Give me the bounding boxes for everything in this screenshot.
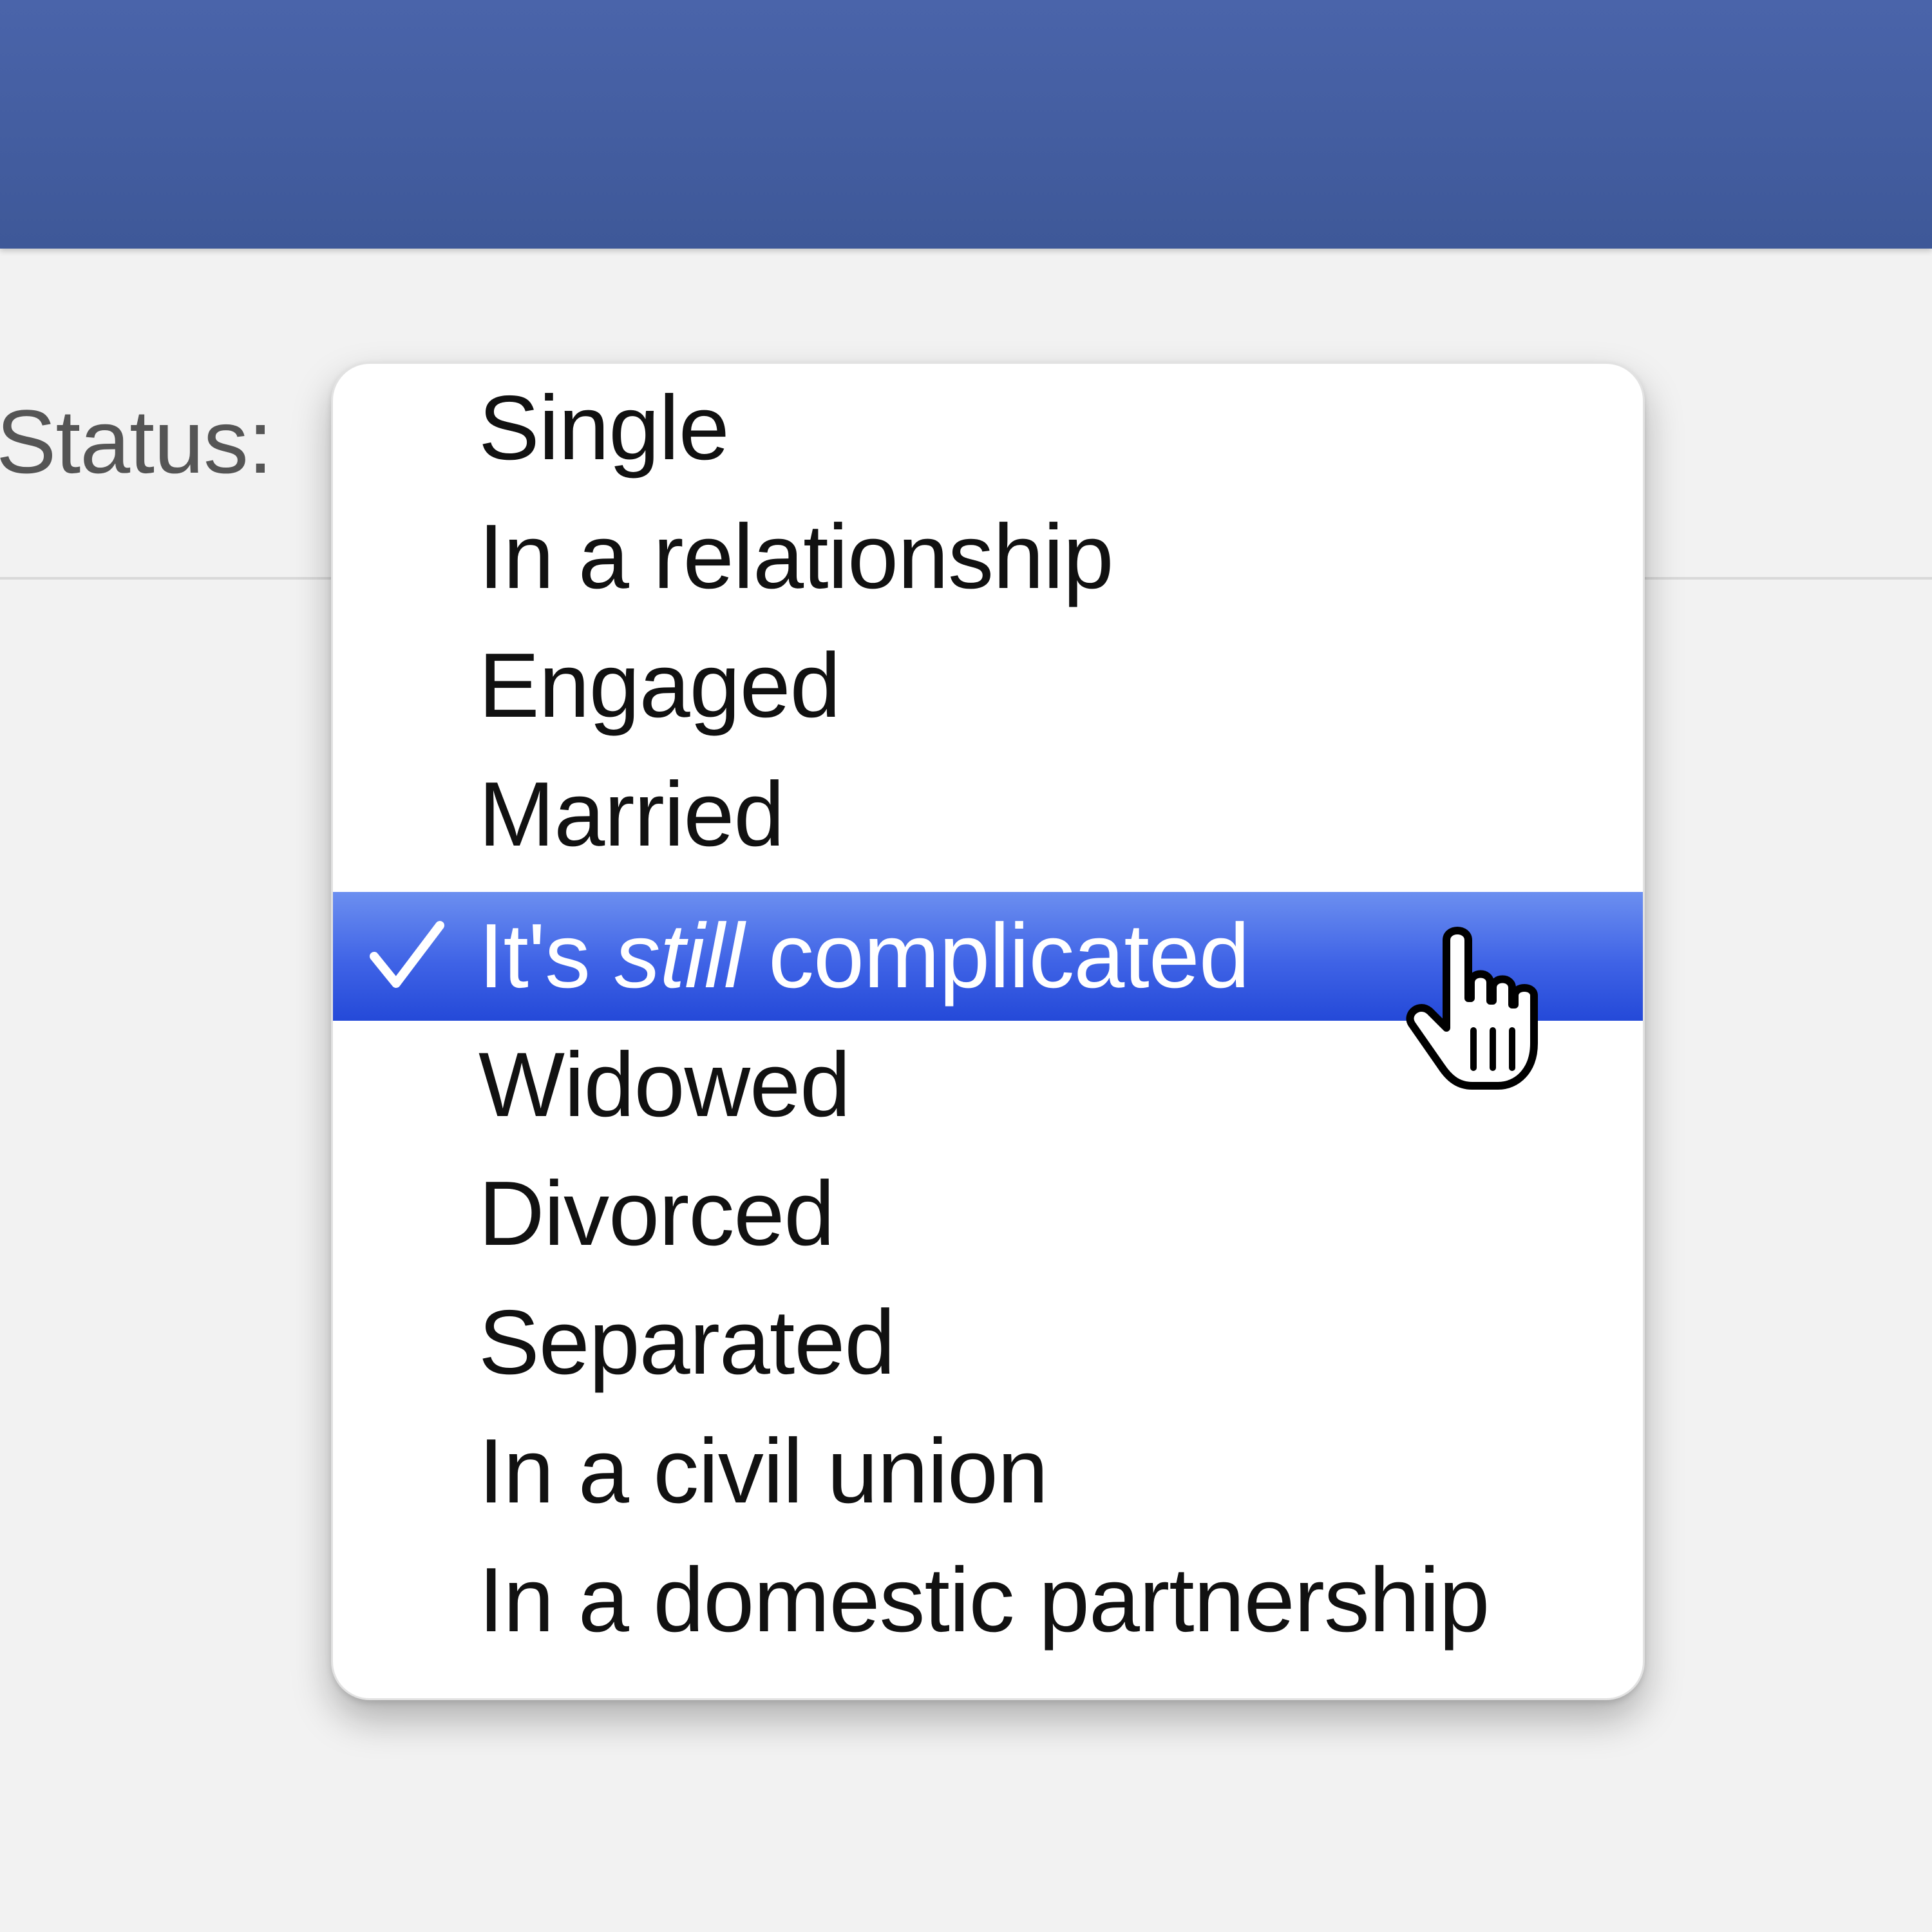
hand-pointer-icon (1406, 927, 1538, 1090)
option-label-emphasis: still (614, 905, 744, 1007)
option-label: In a domestic partnership (478, 1549, 1490, 1651)
option-label: Married (478, 763, 784, 866)
option-divorced[interactable]: Divorced (333, 1150, 1643, 1278)
status-label: Status: (0, 391, 273, 492)
option-label: Single (478, 377, 730, 479)
option-label: Widowed (478, 1034, 851, 1136)
checkmark-icon (370, 921, 444, 988)
option-label: Divorced (478, 1162, 835, 1265)
option-label: Engaged (478, 634, 841, 737)
option-single[interactable]: Single (333, 364, 1643, 493)
option-married[interactable]: Married (333, 750, 1643, 879)
option-label-post: complicated (743, 905, 1250, 1007)
option-engaged[interactable]: Engaged (333, 621, 1643, 750)
option-label: It's still complicated (478, 892, 1250, 1021)
option-label: In a relationship (478, 506, 1114, 608)
option-label: Separated (478, 1291, 895, 1394)
option-in-a-relationship[interactable]: In a relationship (333, 493, 1643, 621)
option-separated[interactable]: Separated (333, 1278, 1643, 1407)
option-in-a-domestic-partnership[interactable]: In a domestic partnership (333, 1536, 1643, 1665)
option-in-a-civil-union[interactable]: In a civil union (333, 1407, 1643, 1536)
option-label: In a civil union (478, 1420, 1048, 1522)
header-bar (0, 0, 1932, 249)
option-label-pre: It's (478, 905, 615, 1007)
